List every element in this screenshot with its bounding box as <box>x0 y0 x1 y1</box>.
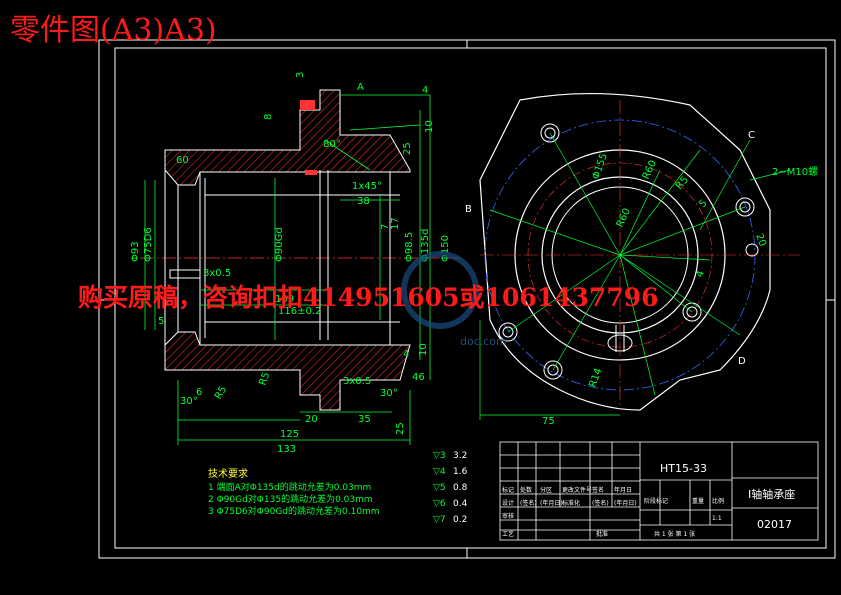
dim-4-side: 4 <box>694 269 707 279</box>
tb-scale-value: 1:1 <box>712 515 722 522</box>
tb-label-mark: 标记 <box>502 486 514 494</box>
dim-3x05-b: 3x0.5 <box>343 376 371 387</box>
tech-item-1: 1 端面A对Φ135d的跳动允差为0.03mm <box>208 481 371 493</box>
dim-25-b: 25 <box>402 142 413 155</box>
tb-label-design-date: (年月日) <box>540 499 563 507</box>
tb-label-sign: 签名 <box>592 486 604 494</box>
tb-label-process: 工艺 <box>502 530 514 538</box>
dim-46: 46 <box>412 372 425 383</box>
tech-item-2: 2 Φ90Gd对Φ135的跳动允差为0.03mm <box>208 493 373 505</box>
tb-label-count: 处数 <box>520 486 532 494</box>
dim-133: 133 <box>277 444 296 455</box>
tb-drawing-no: 02017 <box>757 518 792 531</box>
dim-r14: R14 <box>587 367 604 389</box>
tb-label-design: 设计 <box>502 499 514 507</box>
section-c-label: C <box>748 130 755 141</box>
watermark-site: doc.com <box>460 335 507 348</box>
dim-r5-a: R5 <box>257 371 272 387</box>
roughness-symbol-7: ▽7 <box>433 515 446 525</box>
dim-3: 3 <box>295 72 306 78</box>
roughness-value-4: 1.6 <box>453 467 468 477</box>
tb-material: HT15-33 <box>660 462 707 475</box>
section-b-label: B <box>465 204 472 215</box>
tb-label-zone: 分区 <box>540 486 552 494</box>
roughness-symbol-5: ▽5 <box>433 483 446 493</box>
drawing-canvas: 零件图(A3)A3) 60 Φ93 Φ75D6 Φ90Gd 3x0.5 109 … <box>10 13 836 559</box>
dim-phi90gd: Φ90Gd <box>274 227 285 262</box>
tb-label-scale: 比例 <box>712 497 724 505</box>
dim-80: 80° <box>323 139 341 150</box>
tech-heading: 技术要求 <box>208 467 248 480</box>
dim-4: 4 <box>422 85 428 96</box>
dim-r5-b: R5 <box>213 384 229 401</box>
roughness-legend: ▽3 3.2 ▽4 1.6 ▽5 0.8 ▽6 0.4 ▽7 0.2 <box>433 451 468 525</box>
tb-part-name: I轴轴承座 <box>748 487 795 501</box>
dim-38: 38 <box>357 196 370 207</box>
dim-4-b: 4 <box>403 349 409 360</box>
tech-requirements: 技术要求 1 端面A对Φ135d的跳动允差为0.03mm 2 Φ90Gd对Φ13… <box>208 467 380 517</box>
tb-label-standard: 标准化 <box>562 499 580 507</box>
dim-phi75d6: Φ75D6 <box>143 227 154 262</box>
section-d-label: D <box>738 356 746 367</box>
dim-r60-b: R60 <box>615 207 633 229</box>
dim-125: 125 <box>280 429 299 440</box>
dim-phi93: Φ93 <box>130 241 141 262</box>
dim-75: 75 <box>542 416 555 427</box>
tb-label-stage: 阶段标记 <box>644 497 668 505</box>
dim-25: 25 <box>395 422 406 435</box>
tb-label-review: 审核 <box>502 512 514 520</box>
dim-6: 6 <box>196 387 202 398</box>
dim-phi98-5: Φ98.5 <box>404 232 415 262</box>
dim-3x05-a: 3x0.5 <box>203 268 231 279</box>
page-title: 零件图(A3)A3) <box>10 13 217 48</box>
dim-60: 60 <box>176 155 189 166</box>
dim-8: 8 <box>263 114 274 120</box>
datum-a: A <box>357 82 364 93</box>
dim-20: 20 <box>305 414 318 425</box>
tb-label-std-sign: (签名) <box>592 499 609 507</box>
dim-5: 5 <box>158 316 164 327</box>
roughness-symbol-6: ▽6 <box>433 499 446 509</box>
roughness-value-5: 0.8 <box>453 483 468 493</box>
thread-callout: 2~M10螺 <box>772 166 818 178</box>
front-view: 60 Φ93 Φ75D6 Φ90Gd 3x0.5 109 116±0.2 R5 … <box>130 72 460 455</box>
tb-label-approve: 批准 <box>596 530 608 538</box>
roughness-value-3: 3.2 <box>453 451 467 461</box>
dim-10: 10 <box>424 120 435 133</box>
dim-10-b: 10 <box>418 343 429 356</box>
dim-30-b: 30° <box>380 388 398 399</box>
roughness-value-6: 0.4 <box>453 499 468 509</box>
watermark-contact: 购买原稿，咨询扣扣414951605或1061437796 <box>78 283 659 312</box>
dim-phi155: Φ155 <box>590 152 610 181</box>
tech-item-3: 3 Φ75D6对Φ90Gd的跳动允差为0.10mm <box>208 505 380 517</box>
roughness-value-7: 0.2 <box>453 515 467 525</box>
dim-1x45: 1x45° <box>352 181 382 192</box>
dim-r85: R5 <box>674 175 691 192</box>
roughness-symbol-4: ▽4 <box>433 467 446 477</box>
side-view: B C D 2~M10螺 Φ155 R60 R60 R5 5 R14 20 75… <box>465 92 818 427</box>
tb-label-std-date: (年月日) <box>614 499 637 507</box>
tb-label-design-sign: (签名) <box>520 499 537 507</box>
tb-label-weight: 重量 <box>692 497 704 505</box>
dim-17: 17 <box>390 217 401 230</box>
roughness-symbol-3: ▽3 <box>433 451 446 461</box>
tb-sheet: 共 1 张 第 1 张 <box>654 530 695 538</box>
dim-35: 35 <box>358 414 371 425</box>
tb-label-date: 年月日 <box>614 486 632 494</box>
tb-label-change: 更改文件号 <box>562 486 592 494</box>
